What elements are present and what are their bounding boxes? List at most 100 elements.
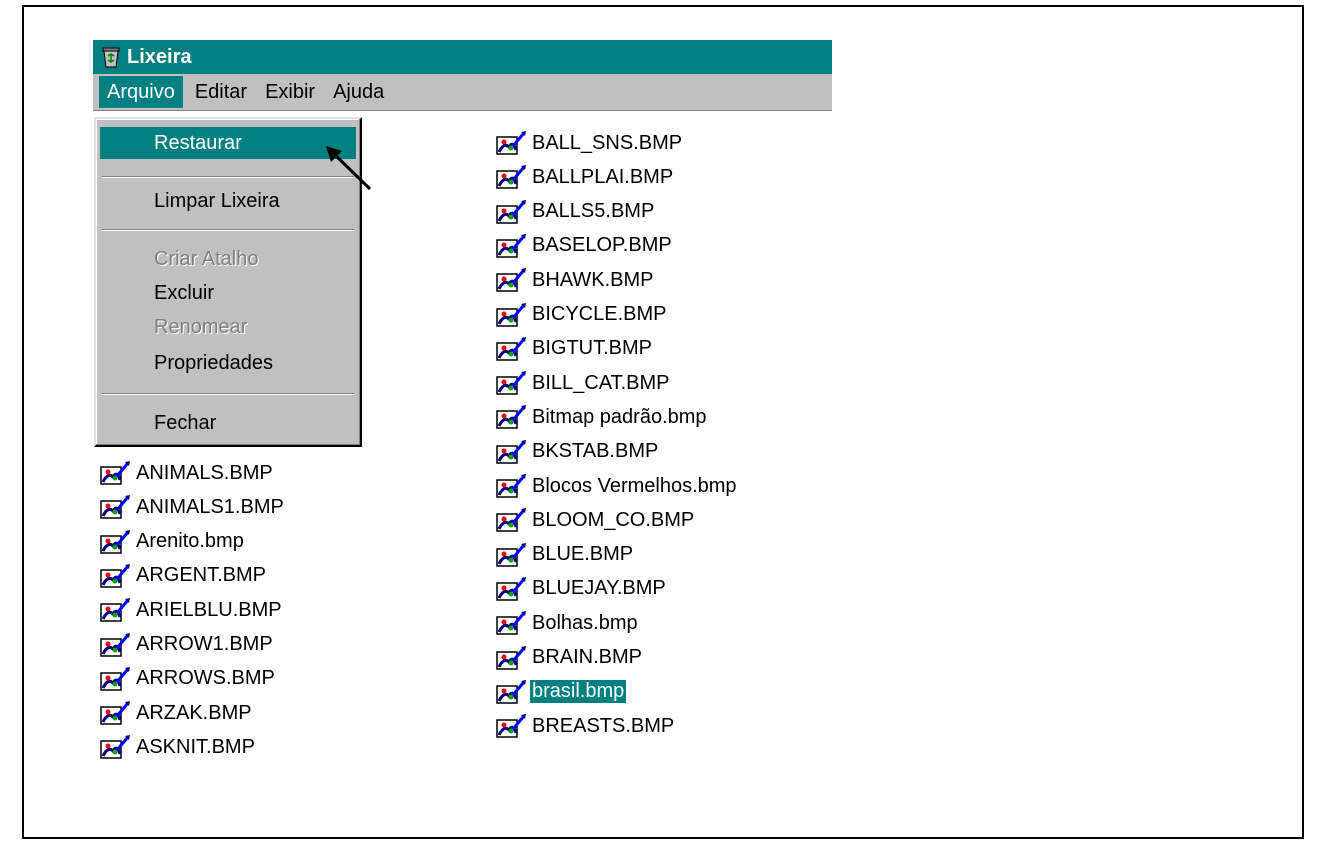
file-item[interactable]: ASKNIT.BMP: [99, 732, 257, 762]
menu-item-criar-atalho: Criar Atalho: [154, 248, 259, 270]
bitmap-file-icon: [496, 611, 526, 635]
menu-bar: Arquivo Editar Exibir Ajuda: [93, 74, 832, 111]
file-item[interactable]: BASELOP.BMP: [495, 231, 674, 261]
file-item[interactable]: Bolhas.bmp: [495, 608, 640, 638]
file-name: ARZAK.BMP: [136, 701, 252, 724]
bitmap-file-icon: [496, 165, 526, 190]
bitmap-file-icon: [496, 371, 526, 395]
file-item[interactable]: BICYCLE.BMP: [495, 300, 668, 330]
bitmap-file-icon: [496, 542, 526, 567]
file-item[interactable]: ARROWS.BMP: [99, 664, 277, 694]
bitmap-file-icon: [100, 598, 130, 622]
list-clip: [93, 788, 832, 800]
menu-item-restaurar[interactable]: Restaurar: [100, 127, 356, 159]
file-name: ANIMALS1.BMP: [136, 495, 284, 518]
file-name: BIGTUT.BMP: [532, 337, 653, 360]
file-name: BALLPLAI.BMP: [532, 165, 674, 188]
file-item[interactable]: BLUEJAY.BMP: [495, 574, 668, 604]
file-name: BREASTS.BMP: [532, 714, 675, 737]
bitmap-file-icon: [496, 439, 526, 464]
file-item[interactable]: BIGTUT.BMP: [495, 334, 654, 364]
bitmap-file-icon: [100, 632, 130, 657]
file-item[interactable]: BALL_SNS.BMP: [495, 128, 684, 158]
file-name: ARROWS.BMP: [136, 667, 275, 690]
file-name: Arenito.bmp: [136, 530, 244, 553]
file-name: BALLS5.BMP: [532, 200, 655, 223]
file-name: Blocos Vermelhos.bmp: [532, 474, 737, 497]
file-item[interactable]: ANIMALS1.BMP: [99, 492, 286, 522]
file-item[interactable]: BRAIN.BMP: [495, 643, 644, 673]
file-item[interactable]: Arenito.bmp: [99, 527, 246, 557]
bitmap-file-icon: [496, 576, 526, 601]
file-item[interactable]: brasil.bmp: [495, 677, 628, 707]
file-name: BLUEJAY.BMP: [532, 577, 666, 600]
bitmap-file-icon: [496, 405, 526, 430]
bitmap-file-icon: [496, 199, 526, 224]
menu-separator: [102, 229, 354, 231]
file-item[interactable]: ARIELBLU.BMP: [99, 595, 284, 625]
file-item[interactable]: ARZAK.BMP: [99, 698, 254, 728]
file-item[interactable]: ARROW1.BMP: [99, 630, 275, 660]
bitmap-file-icon: [496, 474, 526, 498]
bitmap-file-icon: [496, 302, 526, 327]
file-item[interactable]: BHAWK.BMP: [495, 265, 656, 295]
bitmap-file-icon: [100, 495, 130, 520]
file-item[interactable]: BLUE.BMP: [495, 540, 635, 570]
bitmap-file-icon: [100, 461, 130, 485]
bitmap-file-icon: [496, 508, 526, 533]
file-name: ARROW1.BMP: [136, 633, 273, 655]
bitmap-file-icon: [496, 268, 526, 292]
file-name: Bolhas.bmp: [532, 611, 638, 634]
bitmap-file-icon: [496, 714, 526, 738]
file-name: BKSTAB.BMP: [532, 440, 659, 463]
file-name: brasil.bmp: [528, 679, 628, 705]
file-name: BICYCLE.BMP: [532, 303, 667, 325]
file-name: BASELOP.BMP: [532, 234, 672, 257]
file-item[interactable]: ARGENT.BMP: [99, 561, 268, 591]
menu-editar[interactable]: Editar: [189, 76, 253, 108]
file-name: BLUE.BMP: [532, 543, 634, 566]
file-item[interactable]: BALLPLAI.BMP: [495, 162, 675, 192]
recycle-bin-icon: [102, 47, 120, 68]
menu-ajuda[interactable]: Ajuda: [327, 76, 390, 108]
menu-item-limpar-lixeira[interactable]: Limpar Lixeira: [100, 185, 356, 217]
file-item[interactable]: BILL_CAT.BMP: [495, 368, 671, 398]
file-name: BHAWK.BMP: [532, 268, 654, 291]
file-item[interactable]: BKSTAB.BMP: [495, 437, 660, 467]
menu-item-excluir[interactable]: Excluir: [100, 277, 356, 309]
bitmap-file-icon: [100, 529, 130, 554]
menu-item-renomear: Renomear: [154, 316, 248, 338]
file-name: ANIMALS.BMP: [136, 461, 273, 484]
menu-separator: [102, 393, 354, 395]
bitmap-file-icon: [496, 679, 526, 704]
file-name: ARGENT.BMP: [136, 564, 267, 587]
annotation-arrow: [326, 146, 372, 191]
title-bar[interactable]: Lixeira: [93, 40, 832, 74]
menu-item-propriedades[interactable]: Propriedades: [100, 347, 356, 379]
file-item[interactable]: BLOOM_CO.BMP: [495, 505, 696, 535]
file-item[interactable]: Blocos Vermelhos.bmp: [495, 471, 739, 501]
file-name: ASKNIT.BMP: [136, 735, 255, 758]
menu-item-fechar[interactable]: Fechar: [100, 407, 356, 439]
file-item[interactable]: BALLS5.BMP: [495, 197, 656, 227]
bitmap-file-icon: [100, 701, 130, 725]
file-name: Bitmap padrão.bmp: [532, 405, 707, 428]
menu-separator: [102, 176, 354, 178]
menu-arquivo[interactable]: Arquivo: [99, 76, 183, 108]
bitmap-file-icon: [496, 131, 526, 155]
file-name: BLOOM_CO.BMP: [532, 508, 695, 531]
bitmap-file-icon: [496, 336, 526, 361]
menu-exibir[interactable]: Exibir: [259, 76, 321, 108]
bitmap-file-icon: [496, 233, 526, 258]
file-item[interactable]: ANIMALS.BMP: [99, 458, 275, 488]
bitmap-file-icon: [100, 735, 130, 760]
file-name: BILL_CAT.BMP: [532, 371, 670, 394]
file-name: BRAIN.BMP: [532, 646, 643, 668]
bitmap-file-icon: [100, 666, 130, 691]
bitmap-file-icon: [496, 645, 526, 670]
window-title: Lixeira: [127, 45, 192, 68]
file-item[interactable]: Bitmap padrão.bmp: [495, 402, 709, 432]
file-name: ARIELBLU.BMP: [136, 598, 282, 621]
file-item[interactable]: BREASTS.BMP: [495, 711, 676, 741]
bitmap-file-icon: [100, 563, 130, 588]
